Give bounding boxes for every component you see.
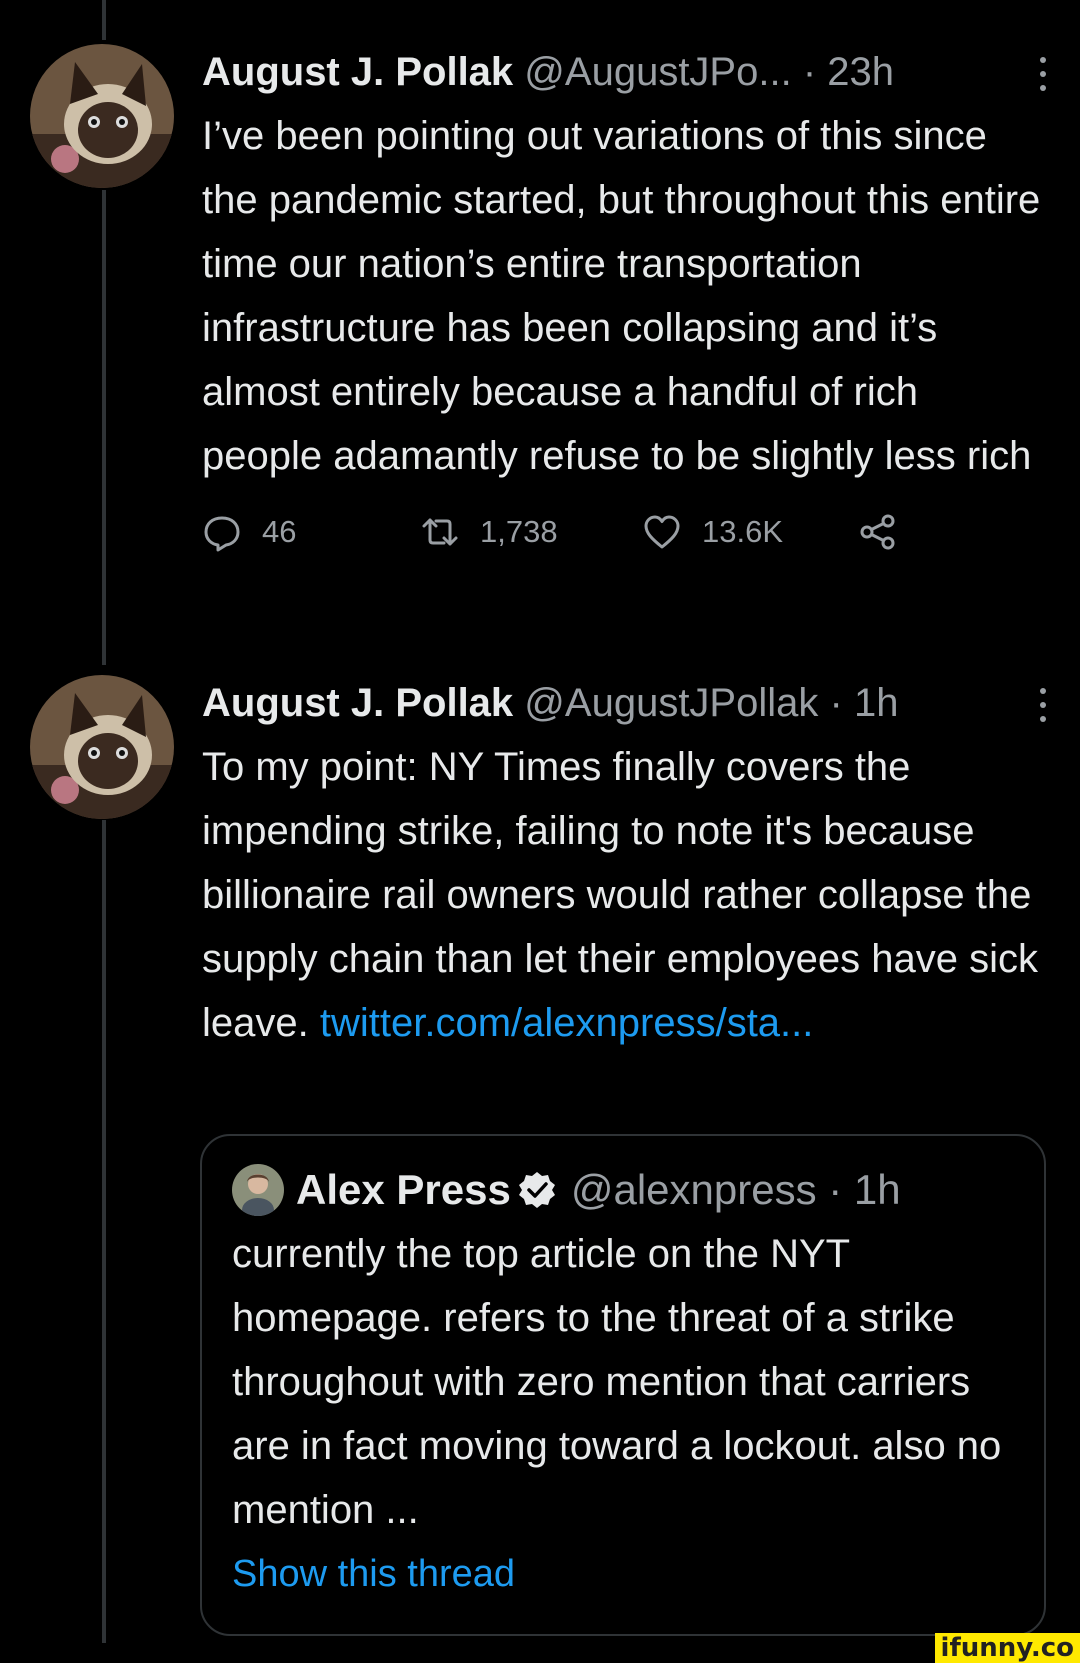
quoted-avatar[interactable] — [232, 1164, 284, 1216]
avatar[interactable] — [30, 675, 174, 819]
more-options-icon[interactable] — [1034, 685, 1052, 725]
quoted-tweet-text: currently the top article on the NYT hom… — [232, 1232, 1002, 1532]
quoted-tweet-header: Alex Press @alexnpress · 1h — [232, 1158, 1022, 1222]
heart-icon — [644, 515, 680, 549]
like-button[interactable]: 13.6K — [642, 502, 783, 562]
display-name[interactable]: August J. Pollak — [202, 681, 513, 725]
quoted-display-name[interactable]: Alex Press — [296, 1158, 511, 1222]
display-name[interactable]: August J. Pollak — [202, 50, 513, 94]
tweet-actions: 46 1,738 13.6K — [202, 502, 1042, 562]
handle[interactable]: @AugustJPo... — [524, 50, 791, 94]
quoted-timestamp[interactable]: 1h — [854, 1158, 901, 1222]
quoted-handle[interactable]: @alexnpress — [571, 1158, 817, 1222]
tweet-link[interactable]: twitter.com/alexnpress/sta... — [320, 1001, 814, 1045]
separator: · — [802, 50, 817, 94]
retweet-count: 1,738 — [480, 514, 558, 549]
watermark-logo: ifunny.co — [934, 1633, 1080, 1663]
timestamp[interactable]: 1h — [854, 681, 899, 725]
show-thread-link[interactable]: Show this thread — [232, 1542, 1022, 1606]
quoted-tweet-card[interactable]: Alex Press @alexnpress · 1h currently th… — [200, 1134, 1046, 1636]
share-button[interactable] — [858, 502, 918, 562]
thread-line — [102, 0, 106, 40]
retweet-button[interactable]: 1,738 — [420, 502, 558, 562]
tweet-text: To my point: NY Times finally covers the… — [202, 735, 1042, 1055]
separator: · — [829, 681, 843, 725]
tweet-text-body: To my point: NY Times finally covers the… — [202, 745, 1039, 1045]
tweet-header: August J. Pollak @AugustJPo... · 23h — [202, 44, 1046, 100]
handle[interactable]: @AugustJPollak — [524, 681, 818, 725]
timestamp[interactable]: 23h — [827, 50, 894, 94]
separator: · — [828, 1166, 843, 1213]
tweet-text: I’ve been pointing out variations of thi… — [202, 114, 1041, 478]
avatar[interactable] — [30, 44, 174, 188]
verified-badge-icon — [518, 1172, 555, 1208]
retweet-icon — [422, 518, 458, 546]
tweet-header: August J. Pollak @AugustJPollak · 1h — [202, 675, 1046, 731]
reply-count: 46 — [262, 514, 297, 549]
reply-icon — [204, 516, 240, 552]
thread-line — [102, 190, 106, 665]
share-icon — [860, 514, 895, 550]
reply-button[interactable]: 46 — [202, 502, 296, 562]
thread-line — [102, 820, 106, 1643]
more-options-icon[interactable] — [1034, 54, 1052, 94]
like-count: 13.6K — [702, 514, 784, 549]
